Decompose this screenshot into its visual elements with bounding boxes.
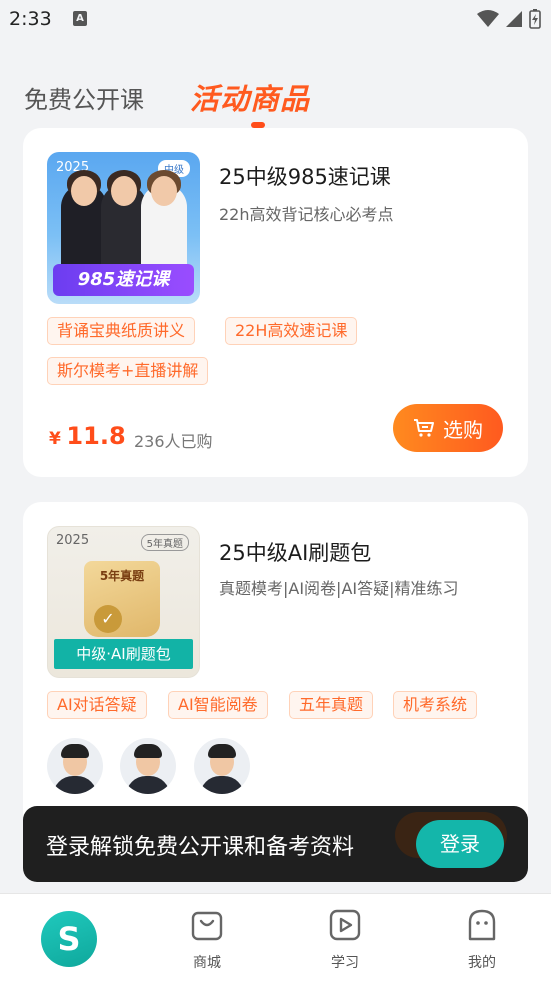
nav-mine[interactable]: 我的 [413, 894, 551, 981]
buy-button[interactable]: 选购 [393, 404, 503, 452]
nav-study-label: 学习 [331, 955, 359, 971]
status-icons [477, 9, 541, 29]
thumb-banner: 985速记课 [53, 264, 194, 296]
teacher-avatar [194, 738, 250, 794]
product-subtitle: 22h高效背记核心必考点 [219, 205, 394, 224]
play-icon [329, 909, 361, 941]
check-icon: ✓ [94, 605, 122, 633]
nav-mall[interactable]: 商城 [138, 894, 276, 981]
product-tag: 机考系统 [393, 691, 478, 719]
buy-button-label: 选购 [443, 417, 483, 442]
teacher-avatar [120, 738, 176, 794]
thumb-banner: 中级·AI刷题包 [54, 639, 193, 669]
profile-icon [468, 909, 496, 941]
product-title: 25中级985速记课 [219, 165, 391, 189]
login-button[interactable]: 登录 [416, 820, 504, 868]
shopping-bag-icon [191, 911, 223, 941]
product-title: 25中级AI刷题包 [219, 541, 372, 565]
tab-free-courses[interactable]: 免费公开课 [24, 80, 144, 115]
product-price: ¥ 11.8 [49, 422, 126, 450]
product-thumbnail: 2025 中级 985速记课 [47, 152, 200, 304]
signal-icon [506, 11, 522, 27]
product-thumbnail: 2025 5年真题 5年真题 ✓ 中级·AI刷题包 [47, 526, 200, 678]
category-tabs: 免费公开课 活动商品 [0, 70, 551, 130]
status-time: 2:33 [9, 8, 52, 30]
scroll-text: 5年真题 [99, 569, 145, 583]
login-prompt-text: 登录解锁免费公开课和备考资料 [46, 835, 355, 860]
product-tag: 背诵宝典纸质讲义 [47, 317, 196, 345]
nav-home[interactable]: S [0, 894, 138, 981]
product-tag: AI智能阅卷 [168, 691, 268, 719]
login-prompt-banner: 登录解锁免费公开课和备考资料 登录 [23, 806, 528, 882]
price-value: 11.8 [66, 422, 126, 450]
product-tag: AI对话答疑 [47, 691, 147, 719]
wifi-icon [477, 10, 499, 27]
thumb-badge: 5年真题 [140, 534, 189, 551]
teacher-figure [141, 170, 187, 270]
product-card[interactable]: 2025 中级 985速记课 25中级985速记课 22h高效背记核心必考点 背… [23, 128, 528, 477]
thumb-year: 2025 [56, 533, 90, 548]
product-subtitle: 真题模考|AI阅卷|AI答疑|精准练习 [219, 579, 459, 598]
teacher-avatar [47, 738, 103, 794]
tab-activity-products[interactable]: 活动商品 [190, 76, 310, 118]
status-bar: 2:33 A [0, 0, 551, 40]
sold-count: 236人已购 [134, 432, 213, 451]
notification-icon: A [73, 11, 87, 26]
nav-mall-label: 商城 [193, 955, 221, 971]
nav-study[interactable]: 学习 [276, 894, 414, 981]
nav-mine-label: 我的 [468, 955, 496, 971]
product-tag: 斯尔模考+直播讲解 [47, 357, 209, 385]
product-tag: 五年真题 [289, 691, 374, 719]
price-currency: ¥ [49, 429, 61, 449]
scroll-illustration: 5年真题 ✓ [84, 561, 160, 637]
home-logo-icon: S [41, 911, 97, 967]
product-tag: 22H高效速记课 [225, 317, 358, 345]
cart-icon [414, 419, 434, 437]
bottom-nav: S 商城 学习 我的 [0, 893, 551, 981]
battery-icon [529, 9, 541, 29]
